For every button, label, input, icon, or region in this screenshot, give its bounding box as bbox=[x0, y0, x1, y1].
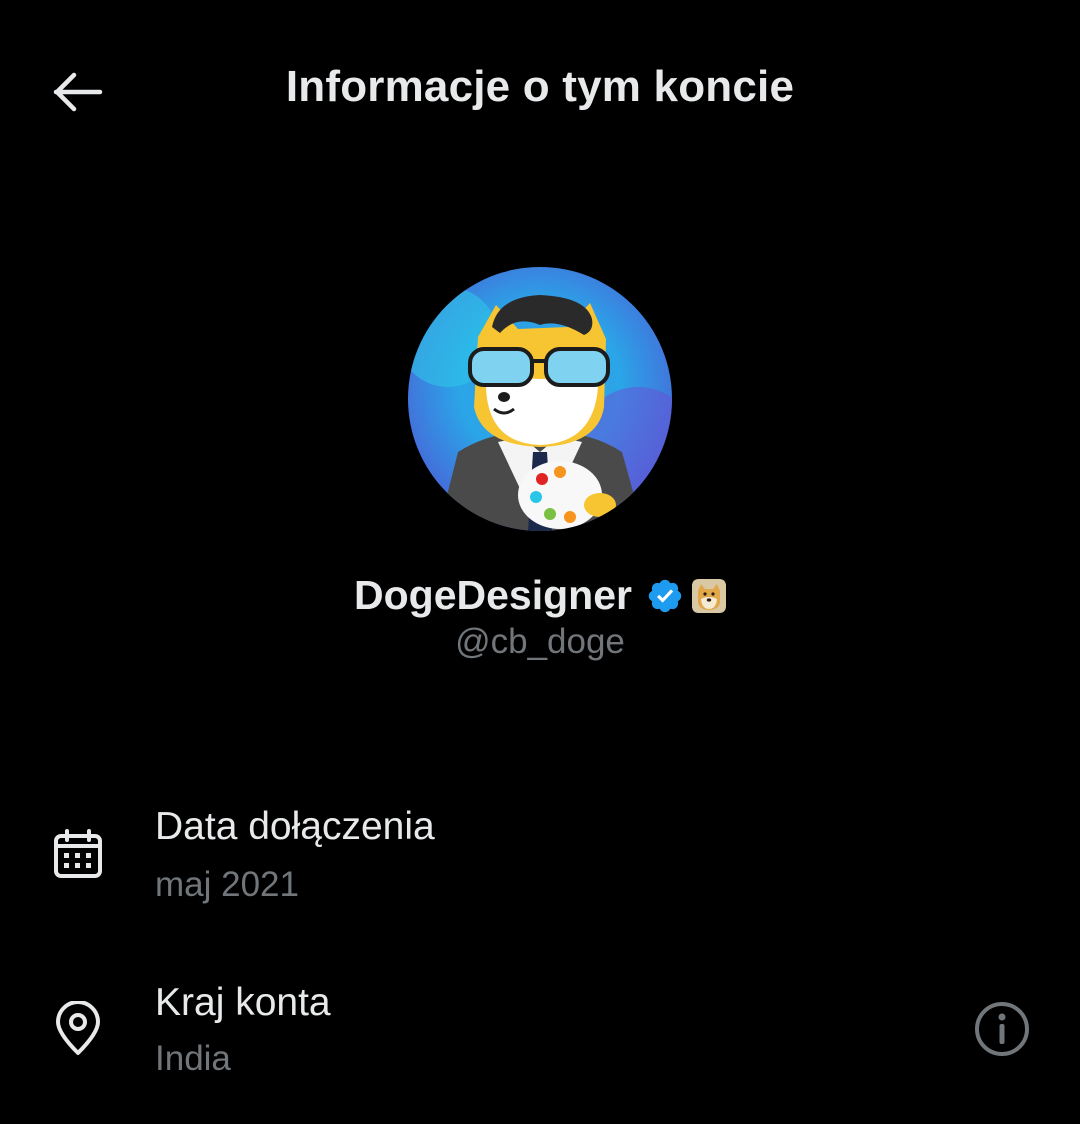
location-pin-icon bbox=[50, 1001, 106, 1057]
joined-value: maj 2021 bbox=[155, 865, 299, 904]
doge-affiliate-badge-icon[interactable] bbox=[691, 578, 726, 613]
doge-avatar-image bbox=[408, 267, 672, 531]
calendar-icon bbox=[50, 826, 106, 882]
profile-name-row: DogeDesigner bbox=[0, 572, 1080, 619]
verified-badge-icon bbox=[646, 577, 684, 615]
user-handle: @cb_doge bbox=[455, 622, 625, 661]
display-name: DogeDesigner bbox=[354, 572, 632, 618]
info-row-joined: Data dołączenia maj 2021 bbox=[0, 800, 1080, 910]
country-label: Kraj konta bbox=[155, 981, 331, 1024]
info-row-country: Kraj konta India bbox=[0, 976, 1080, 1086]
top-bar: Informacje o tym koncie bbox=[0, 0, 1080, 180]
country-value: India bbox=[155, 1039, 231, 1078]
page-title: Informacje o tym koncie bbox=[285, 62, 795, 111]
joined-label: Data dołączenia bbox=[155, 805, 435, 848]
avatar[interactable] bbox=[408, 267, 672, 531]
info-circle-icon[interactable] bbox=[972, 999, 1032, 1059]
